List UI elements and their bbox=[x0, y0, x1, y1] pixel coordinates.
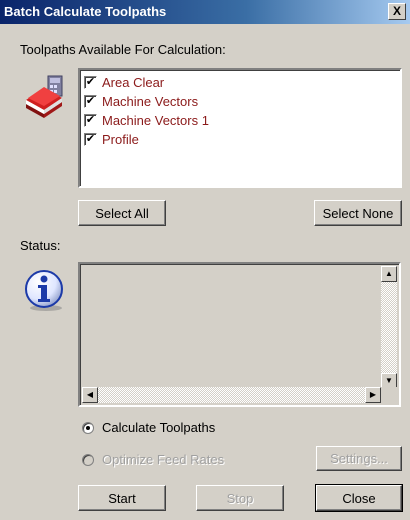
toolpath-checkbox[interactable]: ✔ bbox=[84, 76, 97, 89]
optimize-feed-rates-radio bbox=[82, 453, 94, 466]
title-bar: Batch Calculate Toolpaths X bbox=[0, 0, 410, 24]
list-item[interactable]: ✔ Machine Vectors 1 bbox=[84, 111, 396, 130]
toolpath-stack-icon bbox=[24, 74, 68, 118]
calculate-toolpaths-label: Calculate Toolpaths bbox=[102, 420, 216, 435]
status-output[interactable]: ▲ ▼ ◀ ▶ bbox=[78, 262, 401, 407]
horizontal-scrollbar[interactable]: ◀ ▶ bbox=[82, 387, 381, 403]
select-all-button[interactable]: Select All bbox=[78, 200, 166, 226]
select-none-button[interactable]: Select None bbox=[314, 200, 402, 226]
calculate-toolpaths-radio[interactable] bbox=[82, 421, 94, 434]
toolpath-label: Machine Vectors bbox=[102, 94, 199, 109]
window-title: Batch Calculate Toolpaths bbox=[4, 4, 167, 19]
start-button[interactable]: Start bbox=[78, 485, 166, 511]
scroll-right-icon[interactable]: ▶ bbox=[365, 387, 381, 403]
close-button[interactable]: Close bbox=[315, 484, 403, 512]
list-item[interactable]: ✔ Area Clear bbox=[84, 73, 396, 92]
toolpath-list[interactable]: ✔ Area Clear ✔ Machine Vectors ✔ Machine… bbox=[78, 68, 402, 188]
toolpath-label: Area Clear bbox=[102, 75, 165, 90]
toolpath-label: Machine Vectors 1 bbox=[102, 113, 209, 128]
scroll-up-icon[interactable]: ▲ bbox=[381, 266, 397, 282]
calculate-toolpaths-option[interactable]: Calculate Toolpaths bbox=[82, 420, 215, 435]
list-item[interactable]: ✔ Profile bbox=[84, 130, 396, 149]
toolpath-label: Profile bbox=[102, 132, 139, 147]
scroll-left-icon[interactable]: ◀ bbox=[82, 387, 98, 403]
vertical-scrollbar[interactable]: ▲ ▼ bbox=[381, 266, 397, 389]
toolpaths-heading: Toolpaths Available For Calculation: bbox=[20, 42, 226, 57]
optimize-feed-rates-label: Optimize Feed Rates bbox=[102, 452, 225, 467]
optimize-feed-rates-option: Optimize Feed Rates bbox=[82, 452, 224, 467]
status-label: Status: bbox=[20, 238, 61, 253]
information-icon bbox=[22, 268, 66, 312]
toolpath-checkbox[interactable]: ✔ bbox=[84, 95, 97, 108]
close-window-button[interactable]: X bbox=[388, 3, 406, 20]
list-item[interactable]: ✔ Machine Vectors bbox=[84, 92, 396, 111]
toolpath-checkbox[interactable]: ✔ bbox=[84, 133, 97, 146]
toolpath-checkbox[interactable]: ✔ bbox=[84, 114, 97, 127]
stop-button: Stop bbox=[196, 485, 284, 511]
scrollbar-corner bbox=[381, 387, 397, 403]
settings-button: Settings... bbox=[316, 446, 402, 471]
